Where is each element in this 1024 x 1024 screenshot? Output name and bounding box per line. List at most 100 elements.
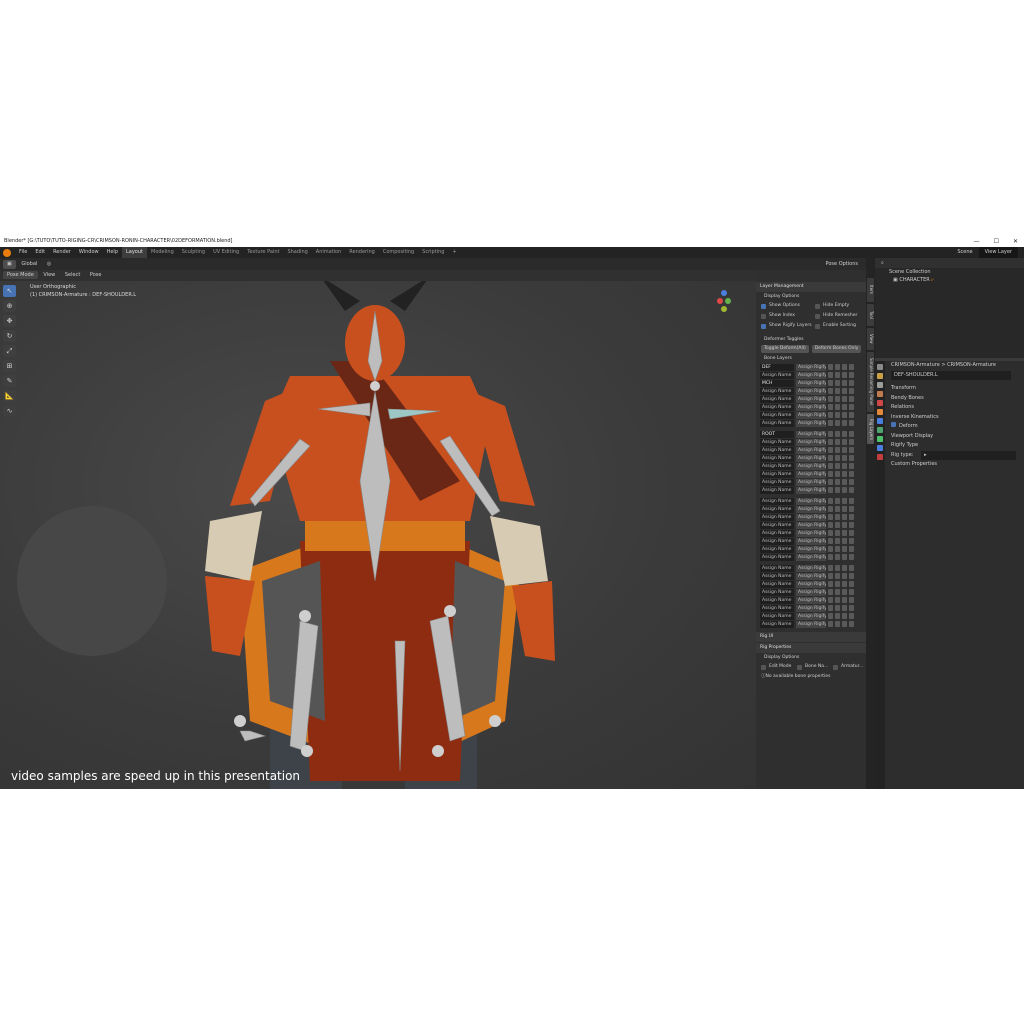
character-collection-row[interactable]: ▣ CHARACTER ⩗ (875, 276, 1024, 284)
section-transform[interactable]: Transform (887, 384, 1024, 394)
cursor-icon[interactable] (828, 613, 833, 619)
eye-icon[interactable] (842, 447, 847, 453)
layer-name-field[interactable]: Assign Name (760, 537, 794, 545)
bone-layer-row[interactable]: Assign NameAssign Rigify L (756, 462, 866, 470)
bone-layer-row[interactable]: DEFAssign Rigify L (756, 363, 866, 371)
layer-name-field[interactable]: DEF (760, 363, 794, 371)
render-tab-icon[interactable] (877, 373, 883, 379)
cursor-icon[interactable] (828, 380, 833, 386)
eye-icon[interactable] (842, 597, 847, 603)
character-model[interactable] (0, 281, 756, 789)
eye-icon[interactable] (842, 538, 847, 544)
layer-management-header[interactable]: Layer Management (756, 282, 866, 292)
lock-icon[interactable] (835, 388, 840, 394)
layers-icon[interactable] (849, 605, 854, 611)
eye-icon[interactable] (842, 573, 847, 579)
layers-icon[interactable] (849, 439, 854, 445)
layers-icon[interactable] (849, 589, 854, 595)
tab-modeling[interactable]: Modeling (147, 247, 178, 258)
gizmo-y-icon[interactable] (725, 298, 731, 304)
layers-icon[interactable] (849, 364, 854, 370)
joint-skirt-right[interactable] (489, 715, 501, 727)
layer-name-field[interactable]: Assign Name (760, 529, 794, 537)
layers-icon[interactable] (849, 530, 854, 536)
lock-icon[interactable] (835, 412, 840, 418)
layers-icon[interactable] (849, 420, 854, 426)
eye-icon[interactable] (842, 621, 847, 627)
cursor-icon[interactable] (828, 388, 833, 394)
rigify-layer-field[interactable]: Assign Rigify L (796, 529, 826, 537)
eye-icon[interactable] (842, 554, 847, 560)
rigify-layer-field[interactable]: Assign Rigify L (796, 553, 826, 561)
layer-name-field[interactable]: Assign Name (760, 419, 794, 427)
layer-name-field[interactable]: Assign Name (760, 580, 794, 588)
layer-name-field[interactable]: Assign Name (760, 371, 794, 379)
cursor-icon[interactable] (828, 573, 833, 579)
layers-icon[interactable] (849, 380, 854, 386)
cursor-icon[interactable] (828, 372, 833, 378)
cursor-icon[interactable] (828, 439, 833, 445)
rigify-layer-field[interactable]: Assign Rigify L (796, 572, 826, 580)
cursor-icon[interactable] (828, 404, 833, 410)
tab-uv-editing[interactable]: UV Editing (209, 247, 243, 258)
eye-icon[interactable] (842, 420, 847, 426)
eye-icon[interactable] (842, 439, 847, 445)
bone-layer-row[interactable]: Assign NameAssign Rigify L (756, 478, 866, 486)
bone-layer-row[interactable]: Assign NameAssign Rigify L (756, 545, 866, 553)
lock-icon[interactable] (835, 538, 840, 544)
rigify-layer-field[interactable]: Assign Rigify L (796, 438, 826, 446)
layers-icon[interactable] (849, 514, 854, 520)
rigify-layer-field[interactable]: Assign Rigify L (796, 419, 826, 427)
tab-shading[interactable]: Shading (283, 247, 311, 258)
lock-icon[interactable] (835, 380, 840, 386)
eye-icon[interactable] (842, 613, 847, 619)
layer-name-field[interactable]: Assign Name (760, 411, 794, 419)
cursor-icon[interactable] (828, 396, 833, 402)
layer-name-field[interactable]: Assign Name (760, 446, 794, 454)
lock-icon[interactable] (835, 439, 840, 445)
layer-name-field[interactable]: Assign Name (760, 572, 794, 580)
layers-icon[interactable] (849, 388, 854, 394)
layers-icon[interactable] (849, 546, 854, 552)
tab-layout[interactable]: Layout (122, 247, 147, 258)
rigify-layer-field[interactable]: Assign Rigify L (796, 580, 826, 588)
layer-name-field[interactable]: Assign Name (760, 604, 794, 612)
tab-tool[interactable]: Tool (867, 304, 874, 326)
tab-animation[interactable]: Animation (312, 247, 346, 258)
constraints-tab-icon[interactable] (877, 418, 883, 424)
section-relations[interactable]: Relations (887, 403, 1024, 413)
close-icon[interactable]: ✕ (1013, 236, 1018, 247)
cursor-icon[interactable] (828, 471, 833, 477)
bone-layer-row[interactable]: Assign NameAssign Rigify L (756, 580, 866, 588)
layer-name-field[interactable]: Assign Name (760, 395, 794, 403)
lock-icon[interactable] (835, 447, 840, 453)
cursor-icon[interactable] (828, 412, 833, 418)
cursor-icon[interactable] (828, 522, 833, 528)
rigify-layer-field[interactable]: Assign Rigify L (796, 478, 826, 486)
rigify-layer-field[interactable]: Assign Rigify L (796, 462, 826, 470)
cursor-icon[interactable] (828, 514, 833, 520)
menu-file[interactable]: File (15, 247, 31, 258)
display-options-header[interactable]: Display Options (756, 292, 866, 301)
joint-knee-right[interactable] (432, 745, 444, 757)
lock-icon[interactable] (835, 514, 840, 520)
toggle-deform-button[interactable]: Toggle Deform(All) (761, 345, 809, 353)
eye-icon[interactable] (842, 455, 847, 461)
rigify-layer-field[interactable]: Assign Rigify L (796, 363, 826, 371)
layers-icon[interactable] (849, 471, 854, 477)
rigify-layer-field[interactable]: Assign Rigify L (796, 371, 826, 379)
tab-view[interactable]: View (867, 328, 874, 350)
bone-layer-row[interactable]: Assign NameAssign Rigify L (756, 529, 866, 537)
layer-name-field[interactable]: Assign Name (760, 564, 794, 572)
cursor-icon[interactable] (828, 479, 833, 485)
lock-icon[interactable] (835, 554, 840, 560)
joint-hip-left[interactable] (299, 610, 311, 622)
bone-layer-row[interactable]: Assign NameAssign Rigify L (756, 553, 866, 561)
rigify-layer-field[interactable]: Assign Rigify L (796, 395, 826, 403)
eye-icon[interactable] (842, 546, 847, 552)
add-workspace-button[interactable]: + (448, 247, 460, 258)
tab-scripting[interactable]: Scripting (418, 247, 448, 258)
cursor-icon[interactable] (828, 487, 833, 493)
pose-options-dropdown[interactable]: Pose Options (822, 258, 862, 270)
layer-name-field[interactable]: Assign Name (760, 497, 794, 505)
